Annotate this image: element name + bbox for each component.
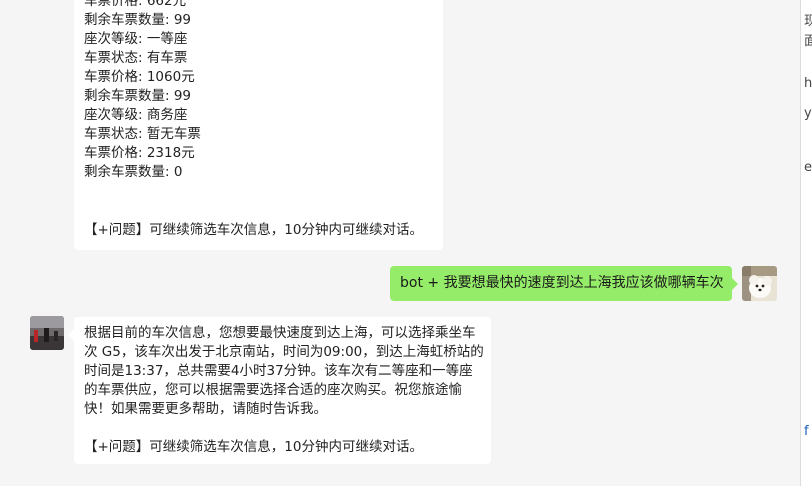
user-avatar[interactable] (742, 266, 777, 301)
chat-message-area[interactable]: 车票价格: 662元 剩余车票数量: 99 座次等级: 一等座 车票状态: 有车… (0, 0, 800, 486)
ticket-info-line: 车票价格: 2318元 (84, 145, 195, 161)
ticket-info-line: 车票状态: 暂无车票 (84, 126, 201, 142)
side-panel-fragment: 面 (804, 34, 812, 50)
ticket-info-line: 车票价格: 662元 (84, 0, 187, 9)
ticket-info-line: 座次等级: 商务座 (84, 107, 188, 123)
ticket-info-line: 座次等级: 一等座 (84, 31, 188, 47)
followup-note: 【+问题】可继续筛选车次信息，10分钟内可继续对话。 (84, 439, 423, 455)
ticket-info-line: 剩余车票数量: 0 (84, 164, 183, 180)
side-panel-fragment: e (804, 160, 812, 175)
bot-reply-text: 根据目前的车次信息，您想要最快速度到达上海，可以选择乘坐车次 G5，该车次出发于… (84, 325, 484, 417)
previous-bot-message-bubble[interactable]: 车票价格: 662元 剩余车票数量: 99 座次等级: 一等座 车票状态: 有车… (74, 0, 443, 250)
bot-message-bubble[interactable]: 根据目前的车次信息，您想要最快速度到达上海，可以选择乘坐车次 G5，该车次出发于… (68, 317, 491, 464)
bot-avatar[interactable] (30, 316, 64, 350)
side-panel-fragment: he (804, 76, 812, 91)
side-panel-fragment: y (804, 106, 812, 121)
side-panel-fragment: f (804, 424, 809, 439)
side-panel-fragment: 现 (804, 14, 812, 30)
bot-avatar-photo-icon (30, 316, 64, 350)
ticket-info-line: 剩余车票数量: 99 (84, 88, 192, 104)
user-message-bubble[interactable]: bot + 我要想最快的速度到达上海我应该做哪辆车次 (390, 266, 738, 301)
dog-avatar-icon (742, 266, 777, 301)
ticket-info-line: 剩余车票数量: 99 (84, 12, 192, 28)
adjacent-panel-edge: 现 面 he y e f (800, 0, 812, 486)
followup-note: 【+问题】可继续筛选车次信息，10分钟内可继续对话。 (84, 222, 423, 238)
ticket-info-line: 车票状态: 有车票 (84, 50, 188, 66)
ticket-info-line: 车票价格: 1060元 (84, 69, 195, 85)
